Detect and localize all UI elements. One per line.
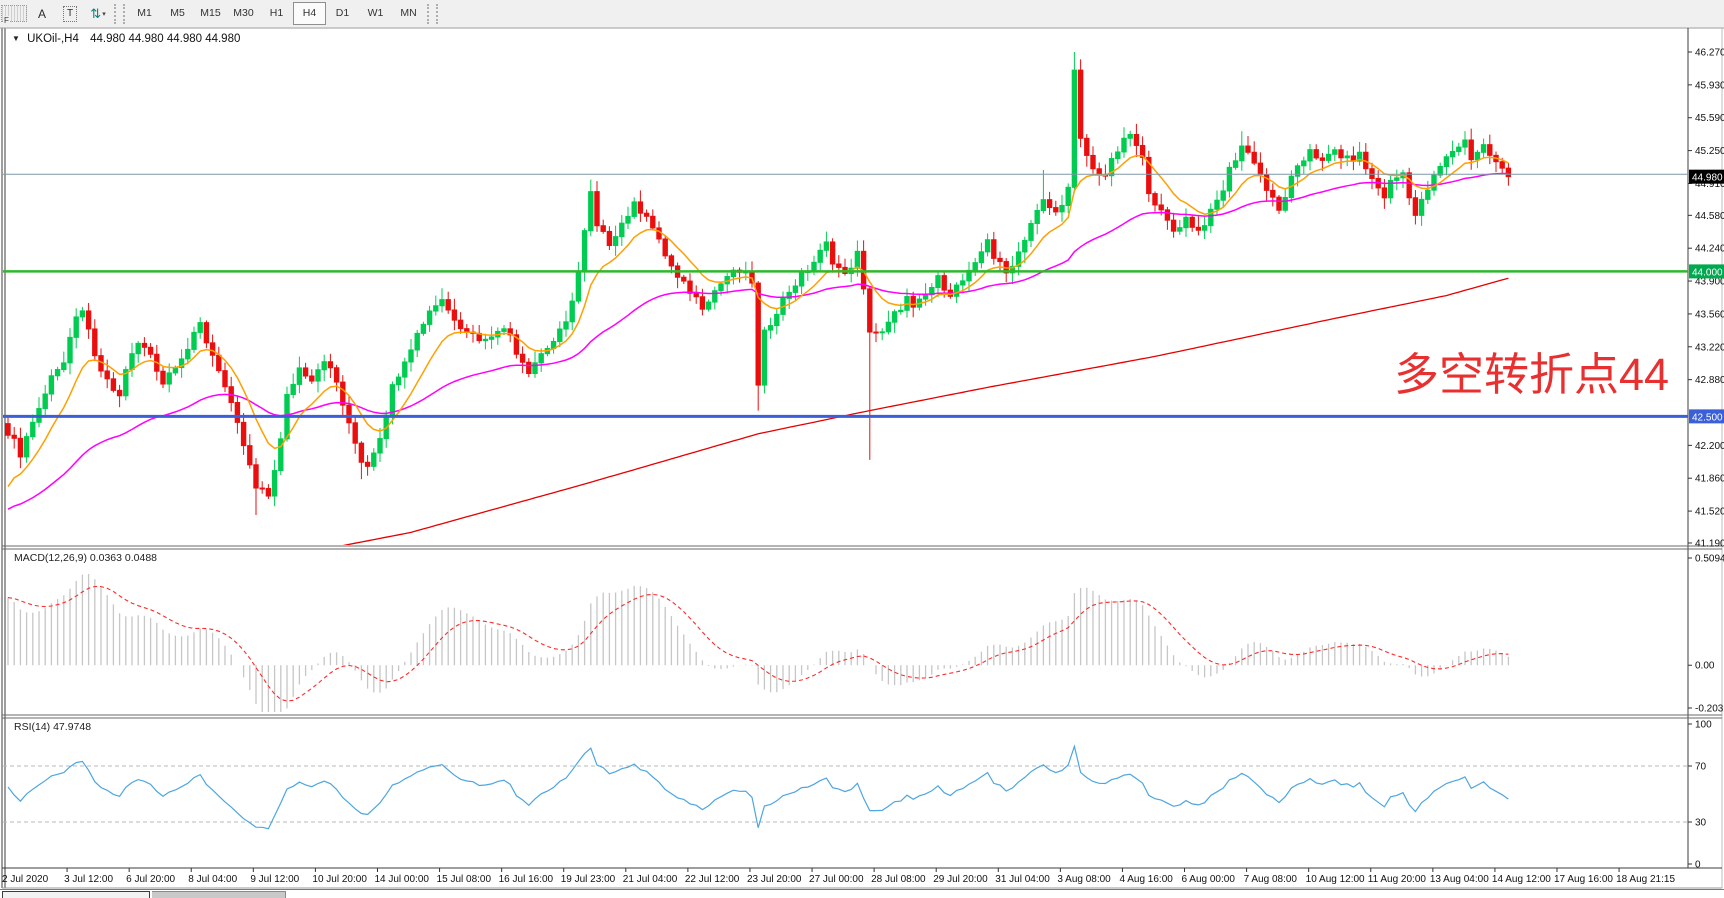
macd-indicator-label: MACD(12,26,9) 0.0363 0.0488 bbox=[14, 552, 157, 564]
svg-text:43.560: 43.560 bbox=[1695, 309, 1724, 320]
timeframe-group: M1M5M15M30H1H4D1W1MN bbox=[128, 2, 425, 25]
svg-text:3 Aug 08:00: 3 Aug 08:00 bbox=[1057, 874, 1111, 885]
svg-text:3 Jul 12:00: 3 Jul 12:00 bbox=[64, 874, 113, 885]
svg-text:41.190: 41.190 bbox=[1695, 538, 1724, 549]
svg-text:0: 0 bbox=[1695, 860, 1701, 871]
timeframe-button-m1[interactable]: M1 bbox=[128, 2, 161, 25]
price-tag: 42.500 bbox=[1689, 409, 1724, 423]
toolbar-separator bbox=[114, 4, 125, 24]
price-tag: 44.000 bbox=[1689, 264, 1724, 278]
svg-text:29 Jul 20:00: 29 Jul 20:00 bbox=[933, 874, 988, 885]
timeframe-button-w1[interactable]: W1 bbox=[359, 2, 392, 25]
timeframe-button-h4[interactable]: H4 bbox=[293, 2, 326, 25]
rsi-indicator-label: RSI(14) 47.9748 bbox=[14, 721, 91, 733]
svg-text:9 Jul 12:00: 9 Jul 12:00 bbox=[250, 874, 299, 885]
svg-text:44.580: 44.580 bbox=[1695, 211, 1724, 222]
quote-values: 44.980 44.980 44.980 44.980 bbox=[90, 33, 240, 45]
svg-text:44.980: 44.980 bbox=[1692, 173, 1723, 184]
svg-text:28 Jul 08:00: 28 Jul 08:00 bbox=[871, 874, 926, 885]
svg-text:17 Aug 16:00: 17 Aug 16:00 bbox=[1554, 874, 1613, 885]
svg-text:30: 30 bbox=[1695, 818, 1707, 829]
svg-text:2 Jul 2020: 2 Jul 2020 bbox=[2, 874, 49, 885]
svg-text:15 Jul 08:00: 15 Jul 08:00 bbox=[437, 874, 492, 885]
svg-text:19 Jul 23:00: 19 Jul 23:00 bbox=[561, 874, 616, 885]
timeframe-button-d1[interactable]: D1 bbox=[326, 2, 359, 25]
svg-text:31 Jul 04:00: 31 Jul 04:00 bbox=[995, 874, 1050, 885]
svg-text:0.00: 0.00 bbox=[1695, 661, 1715, 672]
chart-text-annotation[interactable]: 多空转折点44 bbox=[1394, 338, 1669, 403]
svg-text:27 Jul 00:00: 27 Jul 00:00 bbox=[809, 874, 864, 885]
svg-text:100: 100 bbox=[1695, 720, 1712, 731]
toolbar-separator bbox=[427, 4, 438, 24]
svg-text:70: 70 bbox=[1695, 762, 1707, 773]
svg-text:16 Jul 16:00: 16 Jul 16:00 bbox=[499, 874, 554, 885]
svg-text:6 Jul 20:00: 6 Jul 20:00 bbox=[126, 874, 175, 885]
mt4-window: F A T ⇅ ▾ M1M5M15M30H1H4D1W1MN ▼ UKOil-,… bbox=[0, 0, 1724, 898]
svg-text:42.200: 42.200 bbox=[1695, 441, 1724, 452]
svg-text:46.270: 46.270 bbox=[1695, 48, 1724, 59]
svg-text:22 Jul 12:00: 22 Jul 12:00 bbox=[685, 874, 740, 885]
price-tag: 44.980 bbox=[1689, 170, 1724, 184]
chart-tab-bar bbox=[0, 889, 1724, 898]
svg-text:10 Aug 12:00: 10 Aug 12:00 bbox=[1306, 874, 1365, 885]
svg-text:4 Aug 16:00: 4 Aug 16:00 bbox=[1119, 874, 1173, 885]
svg-text:45.250: 45.250 bbox=[1695, 146, 1724, 157]
chart-tab[interactable] bbox=[152, 891, 286, 898]
chart-shift-icon[interactable]: F bbox=[1, 5, 27, 22]
svg-text:14 Jul 00:00: 14 Jul 00:00 bbox=[374, 874, 429, 885]
timeframe-button-mn[interactable]: MN bbox=[392, 2, 425, 25]
svg-text:42.500: 42.500 bbox=[1692, 412, 1723, 423]
svg-text:45.590: 45.590 bbox=[1695, 113, 1724, 124]
svg-text:45.930: 45.930 bbox=[1695, 80, 1724, 91]
svg-text:42.880: 42.880 bbox=[1695, 375, 1724, 386]
svg-text:41.860: 41.860 bbox=[1695, 474, 1724, 485]
timeframe-button-h1[interactable]: H1 bbox=[260, 2, 293, 25]
chart-title: ▼ UKOil-,H4 44.980 44.980 44.980 44.980 bbox=[12, 33, 240, 45]
timeframe-button-m15[interactable]: M15 bbox=[194, 2, 227, 25]
svg-text:21 Jul 04:00: 21 Jul 04:00 bbox=[623, 874, 678, 885]
svg-text:43.220: 43.220 bbox=[1695, 342, 1724, 353]
svg-text:44.000: 44.000 bbox=[1692, 267, 1723, 278]
chevron-down-icon: ▾ bbox=[102, 10, 106, 18]
svg-text:14 Aug 12:00: 14 Aug 12:00 bbox=[1492, 874, 1551, 885]
svg-text:18 Aug 21:15: 18 Aug 21:15 bbox=[1616, 874, 1675, 885]
svg-text:10 Jul 20:00: 10 Jul 20:00 bbox=[312, 874, 367, 885]
cycle-arrows-icon[interactable]: ⇅ ▾ bbox=[85, 2, 111, 25]
timeframe-button-m5[interactable]: M5 bbox=[161, 2, 194, 25]
symbol-period-label: UKOil-,H4 bbox=[27, 33, 79, 45]
svg-text:6 Aug 00:00: 6 Aug 00:00 bbox=[1182, 874, 1236, 885]
svg-text:-0.2032: -0.2032 bbox=[1695, 704, 1724, 715]
svg-text:8 Jul 04:00: 8 Jul 04:00 bbox=[188, 874, 237, 885]
text-label-tool-icon[interactable]: A bbox=[29, 2, 55, 25]
chart-canvas[interactable]: 46.27045.93045.59045.25044.91044.58044.2… bbox=[0, 0, 1724, 898]
text-tool-icon[interactable]: T bbox=[57, 2, 83, 25]
timeframe-button-m30[interactable]: M30 bbox=[227, 2, 260, 25]
svg-text:44.240: 44.240 bbox=[1695, 244, 1724, 255]
svg-text:13 Aug 04:00: 13 Aug 04:00 bbox=[1430, 874, 1489, 885]
svg-text:23 Jul 20:00: 23 Jul 20:00 bbox=[747, 874, 802, 885]
chart-tab-active[interactable] bbox=[2, 891, 150, 898]
svg-text:0.5094: 0.5094 bbox=[1695, 554, 1724, 565]
svg-text:41.520: 41.520 bbox=[1695, 507, 1724, 518]
svg-text:7 Aug 08:00: 7 Aug 08:00 bbox=[1244, 874, 1298, 885]
toolbar: F A T ⇅ ▾ M1M5M15M30H1H4D1W1MN bbox=[0, 0, 1724, 28]
svg-text:11 Aug 20:00: 11 Aug 20:00 bbox=[1368, 874, 1427, 885]
symbol-menu-triangle-icon[interactable]: ▼ bbox=[12, 34, 20, 43]
